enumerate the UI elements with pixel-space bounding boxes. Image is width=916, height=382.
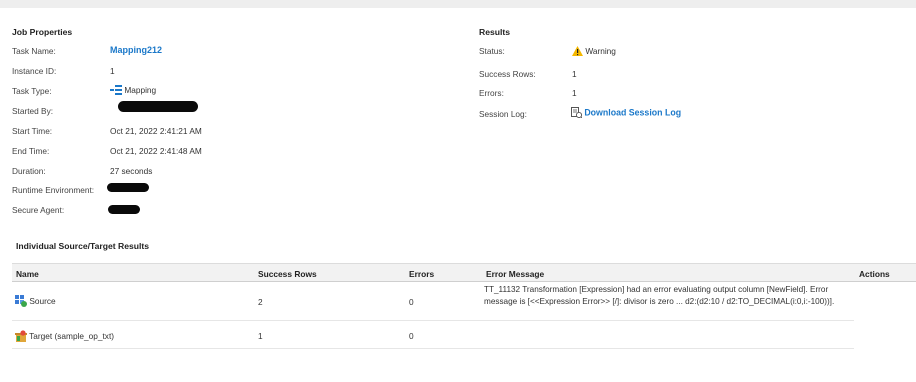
column-header-errors[interactable]: Errors xyxy=(409,269,434,279)
download-session-log[interactable]: Download Session Log xyxy=(571,107,681,120)
secure-agent-redaction xyxy=(108,205,140,214)
start-time-value: Oct 21, 2022 2:41:21 AM xyxy=(110,126,202,136)
row-success-rows: 1 xyxy=(258,331,263,341)
end-time-value: Oct 21, 2022 2:41:48 AM xyxy=(110,146,202,156)
results-title: Results xyxy=(479,27,511,37)
status-label: Status: xyxy=(479,46,505,56)
success-rows-label: Success Rows: xyxy=(479,69,536,79)
target-icon xyxy=(15,330,27,344)
column-header-actions: Actions xyxy=(859,269,890,279)
instance-id-label: Instance ID: xyxy=(12,66,57,76)
row-error-message: TT_11132 Transformation [Expression] had… xyxy=(484,285,835,306)
column-header-error-message[interactable]: Error Message xyxy=(486,269,544,279)
mapping-icon xyxy=(110,85,122,97)
row-errors: 0 xyxy=(409,331,414,341)
duration-label: Duration: xyxy=(12,166,46,176)
job-properties-title: Job Properties xyxy=(12,27,73,37)
task-type-value: Mapping xyxy=(110,85,156,97)
runtime-environment-redaction xyxy=(107,183,149,192)
top-bar xyxy=(0,0,916,8)
errors-label: Errors: xyxy=(479,88,504,98)
row-name-cell: Source xyxy=(15,295,56,309)
table-row: Target (sample_op_txt) 1 0 xyxy=(12,321,854,349)
task-name-label: Task Name: xyxy=(12,46,56,56)
download-session-log-link[interactable]: Download Session Log xyxy=(584,108,681,118)
task-type-text: Mapping xyxy=(124,85,157,96)
download-log-icon xyxy=(571,107,583,120)
row-success-rows: 2 xyxy=(258,297,263,307)
row-name-cell: Target (sample_op_txt) xyxy=(15,330,114,344)
table-row: Source 2 0 TT_11132 Transformation [Expr… xyxy=(12,283,854,321)
start-time-label: Start Time: xyxy=(12,126,53,136)
session-log-label: Session Log: xyxy=(479,109,527,119)
task-type-label: Task Type: xyxy=(12,86,52,96)
table-header: Name Success Rows Errors Error Message A… xyxy=(12,263,916,282)
success-rows-value: 1 xyxy=(572,69,577,79)
column-header-success-rows[interactable]: Success Rows xyxy=(258,269,317,279)
started-by-redaction xyxy=(118,101,198,112)
errors-value: 1 xyxy=(572,88,577,98)
task-name-link[interactable]: Mapping212 xyxy=(110,45,162,55)
row-errors: 0 xyxy=(409,297,414,307)
source-icon xyxy=(15,295,27,309)
instance-id-value: 1 xyxy=(110,66,115,76)
started-by-label: Started By: xyxy=(12,106,54,116)
secure-agent-label: Secure Agent: xyxy=(12,205,65,215)
row-name-text: Target (sample_op_txt) xyxy=(29,331,115,342)
row-name-text: Source xyxy=(29,296,56,307)
status-value: Warning xyxy=(572,46,616,58)
end-time-label: End Time: xyxy=(12,146,50,156)
status-text: Warning xyxy=(585,46,616,57)
duration-value: 27 seconds xyxy=(110,166,153,176)
runtime-environment-label: Runtime Environment: xyxy=(12,185,95,195)
column-header-name[interactable]: Name xyxy=(16,269,39,279)
warning-icon xyxy=(572,46,583,58)
source-target-title: Individual Source/Target Results xyxy=(16,241,150,251)
